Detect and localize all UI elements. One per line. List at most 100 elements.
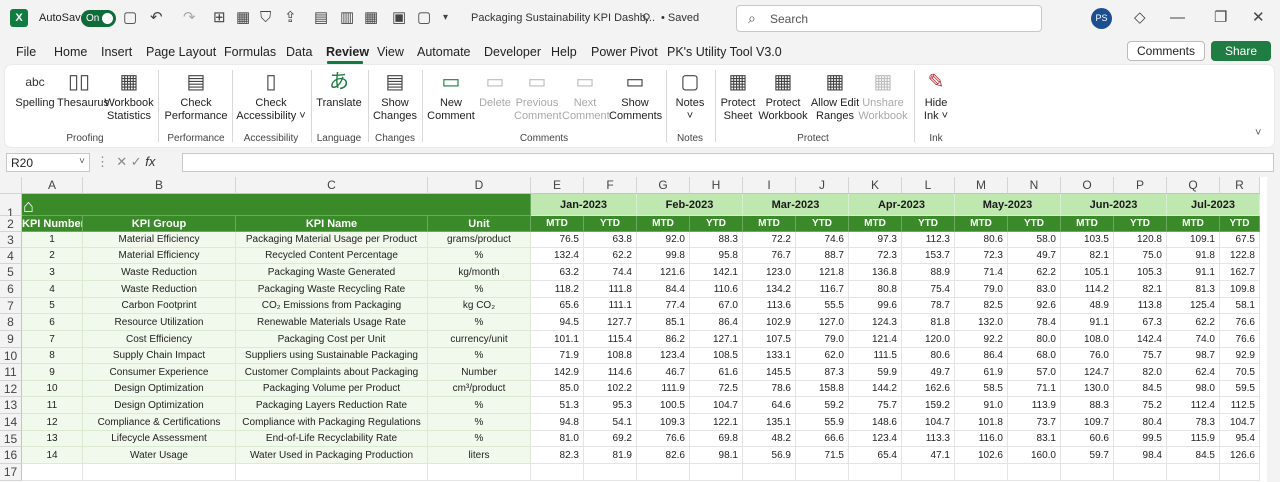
hide-ink-button[interactable]: ✎ Hide Ink ˅ (918, 69, 954, 123)
value-cell[interactable]: 118.2 (531, 281, 584, 298)
value-cell[interactable]: 61.9 (955, 364, 1008, 381)
value-cell[interactable]: 122.8 (1220, 248, 1260, 264)
value-cell[interactable]: 76.6 (637, 431, 690, 447)
kpi-unit-cell[interactable]: % (428, 314, 531, 331)
menu-power-pivot[interactable]: Power Pivot (591, 45, 658, 59)
kpi-unit-cell[interactable]: % (428, 414, 531, 431)
value-cell[interactable]: 130.0 (1061, 381, 1114, 397)
menu-data[interactable]: Data (286, 45, 312, 59)
kpi-name-cell[interactable]: Customer Complaints about Packaging (236, 364, 428, 381)
row-header-16[interactable]: 16 (0, 447, 22, 464)
value-cell[interactable]: 55.9 (796, 414, 849, 431)
empty-cell[interactable] (637, 464, 690, 481)
column-header-g[interactable]: G (637, 177, 690, 194)
allow-edit-ranges-button[interactable]: ▦ Allow Edit Ranges (807, 69, 863, 123)
kpi-number-cell[interactable]: 11 (22, 397, 83, 414)
protect-workbook-button[interactable]: ▦ Protect Workbook (757, 69, 809, 123)
value-cell[interactable]: 116.7 (796, 281, 849, 298)
kpi-name-cell[interactable]: Packaging Waste Generated (236, 264, 428, 281)
value-cell[interactable]: 95.4 (1220, 431, 1260, 447)
value-cell[interactable]: 69.2 (584, 431, 637, 447)
value-cell[interactable]: 84.4 (637, 281, 690, 298)
kpi-group-cell[interactable]: Waste Reduction (83, 281, 236, 298)
value-cell[interactable]: 69.8 (690, 431, 743, 447)
share-button[interactable]: Share (1211, 41, 1271, 61)
redo-icon[interactable]: ↷ (183, 9, 196, 27)
column-header-d[interactable]: D (428, 177, 531, 194)
comments-button[interactable]: Comments (1127, 41, 1205, 61)
row-header-13[interactable]: 13 (0, 397, 22, 414)
value-cell[interactable]: 78.3 (1167, 414, 1220, 431)
name-box[interactable]: R20 ˅ (6, 153, 90, 172)
value-cell[interactable]: 132.0 (955, 314, 1008, 331)
calendar-icon[interactable]: ▤ (314, 9, 328, 27)
translate-button[interactable]: あ Translate (315, 69, 363, 110)
value-cell[interactable]: 82.1 (1061, 248, 1114, 264)
value-cell[interactable]: 99.6 (849, 298, 902, 314)
value-cell[interactable]: 47.1 (902, 447, 955, 464)
value-cell[interactable]: 72.5 (690, 381, 743, 397)
table-icon[interactable]: ▦ (236, 9, 250, 27)
kpi-name-cell[interactable]: CO₂ Emissions from Packaging (236, 298, 428, 314)
value-cell[interactable]: 74.4 (584, 264, 637, 281)
value-cell[interactable]: 66.6 (796, 431, 849, 447)
formula-input[interactable] (182, 153, 1274, 172)
select-all-corner[interactable] (0, 177, 22, 194)
empty-cell[interactable] (690, 464, 743, 481)
column-header-n[interactable]: N (1008, 177, 1061, 194)
value-cell[interactable]: 101.1 (531, 331, 584, 348)
value-cell[interactable]: 84.5 (1114, 381, 1167, 397)
value-cell[interactable]: 148.6 (849, 414, 902, 431)
minimize-icon[interactable]: — (1170, 9, 1185, 27)
enter-icon[interactable]: ✓ (131, 154, 142, 169)
value-cell[interactable]: 62.4 (1167, 364, 1220, 381)
value-cell[interactable]: 78.7 (902, 298, 955, 314)
row-header-17[interactable]: 17 (0, 464, 22, 481)
value-cell[interactable]: 68.0 (1008, 348, 1061, 364)
menu-developer[interactable]: Developer (484, 45, 541, 59)
row-header-7[interactable]: 7 (0, 298, 22, 314)
delete-comment-button[interactable]: ▭ Delete (476, 69, 514, 110)
print-preview-icon[interactable]: ▢ (417, 9, 431, 27)
kpi-group-cell[interactable]: Material Efficiency (83, 248, 236, 264)
new-comment-button[interactable]: ▭ New Comment (427, 69, 475, 123)
value-cell[interactable]: 142.9 (531, 364, 584, 381)
value-cell[interactable]: 73.7 (1008, 414, 1061, 431)
empty-cell[interactable] (1008, 464, 1061, 481)
value-cell[interactable]: 92.6 (1008, 298, 1061, 314)
value-cell[interactable]: 70.5 (1220, 364, 1260, 381)
value-cell[interactable]: 134.2 (743, 281, 796, 298)
value-cell[interactable]: 81.3 (1167, 281, 1220, 298)
row-header-1[interactable]: 1 (0, 194, 22, 220)
kpi-number-cell[interactable]: 13 (22, 431, 83, 447)
kpi-name-cell[interactable]: Suppliers using Sustainable Packaging (236, 348, 428, 364)
value-cell[interactable]: 160.0 (1008, 447, 1061, 464)
next-comment-button[interactable]: ▭ Next Comment (562, 69, 610, 123)
empty-cell[interactable] (83, 464, 236, 481)
value-cell[interactable]: 49.7 (1008, 248, 1061, 264)
value-cell[interactable]: 120.0 (902, 331, 955, 348)
value-cell[interactable]: 133.1 (743, 348, 796, 364)
customize-qat-icon[interactable]: ▾ (443, 9, 448, 27)
empty-cell[interactable] (1114, 464, 1167, 481)
value-cell[interactable]: 49.7 (902, 364, 955, 381)
value-cell[interactable]: 82.3 (531, 447, 584, 464)
empty-cell[interactable] (22, 464, 83, 481)
row-header-12[interactable]: 12 (0, 381, 22, 397)
kpi-group-cell[interactable]: Design Optimization (83, 381, 236, 397)
value-cell[interactable]: 62.0 (796, 348, 849, 364)
thesaurus-button[interactable]: ▯▯ Thesaurus (57, 69, 109, 110)
menu-formulas[interactable]: Formulas (224, 45, 276, 59)
value-cell[interactable]: 76.6 (1220, 331, 1260, 348)
kpi-name-cell[interactable]: Compliance with Packaging Regulations (236, 414, 428, 431)
value-cell[interactable]: 95.3 (584, 397, 637, 414)
home-icon[interactable]: ⌂ (23, 195, 34, 217)
value-cell[interactable]: 61.6 (690, 364, 743, 381)
grid-icon[interactable]: ▦ (364, 9, 378, 27)
borders-icon[interactable]: ⊞ (213, 9, 226, 27)
value-cell[interactable]: 142.1 (690, 264, 743, 281)
value-cell[interactable]: 126.6 (1220, 447, 1260, 464)
kpi-unit-cell[interactable]: % (428, 397, 531, 414)
value-cell[interactable]: 108.5 (690, 348, 743, 364)
value-cell[interactable]: 115.4 (584, 331, 637, 348)
